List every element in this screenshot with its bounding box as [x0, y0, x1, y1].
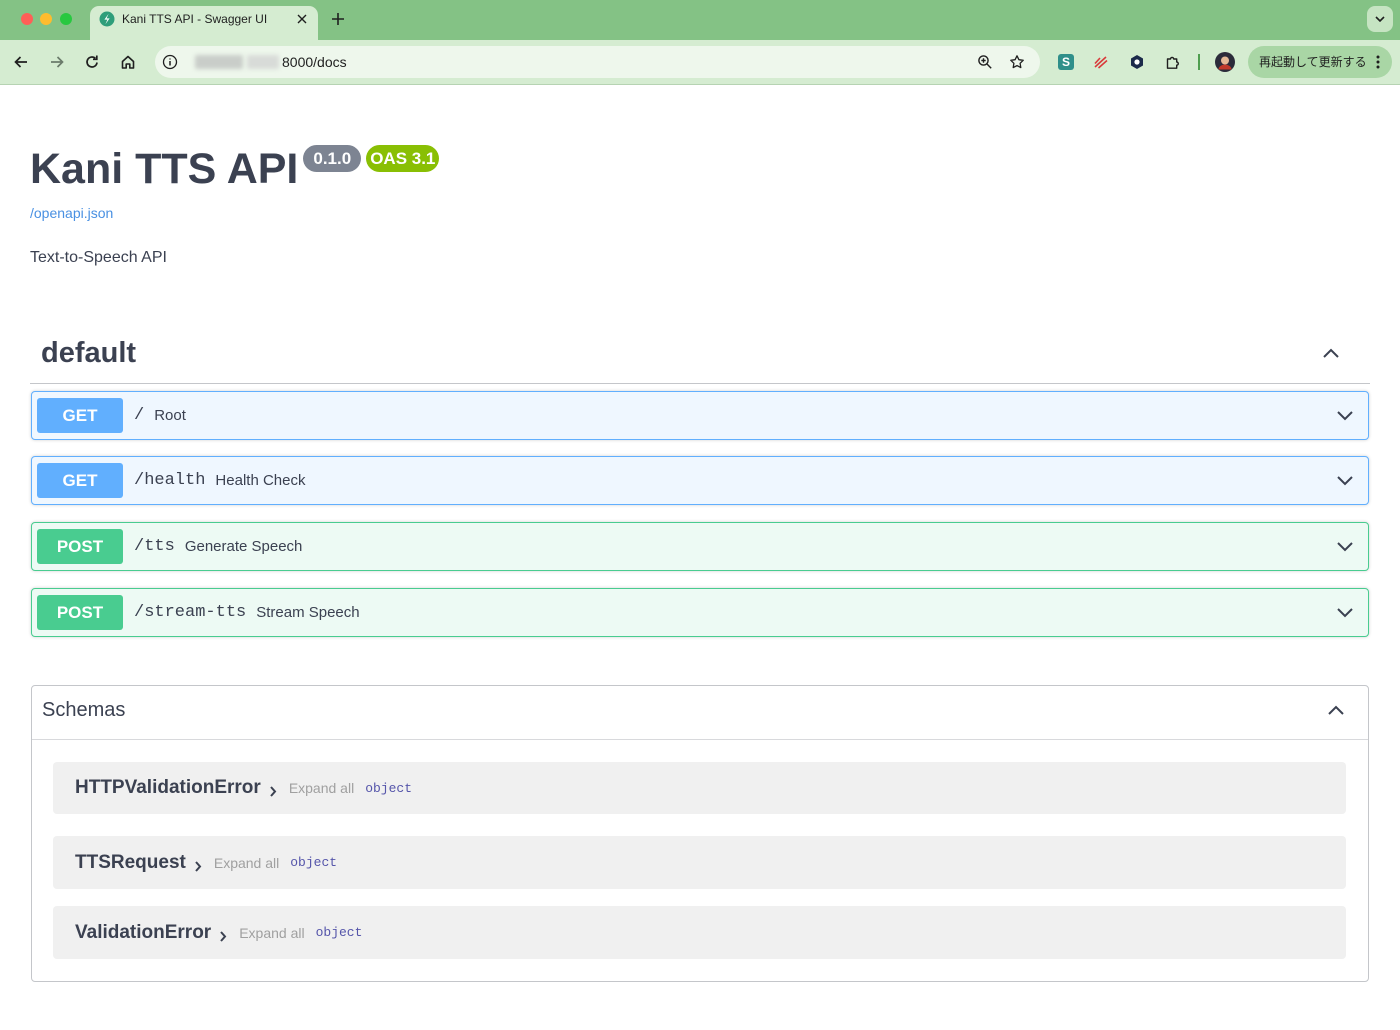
- restart-to-update-button[interactable]: 再起動して更新する: [1248, 46, 1392, 78]
- chevron-down-icon[interactable]: [1335, 405, 1355, 425]
- strike-extension-icon[interactable]: [1093, 54, 1109, 70]
- chevron-down-icon[interactable]: [1335, 602, 1355, 622]
- schema-item-httpvalidationerror[interactable]: HTTPValidationError Expand all object: [53, 762, 1346, 814]
- operation-path: /stream-tts: [134, 603, 247, 622]
- chevron-up-icon[interactable]: [1326, 700, 1346, 720]
- schema-type: object: [290, 855, 338, 870]
- operation-summary: Stream Speech: [256, 604, 360, 621]
- new-tab-icon[interactable]: [332, 13, 344, 25]
- minimize-window-button[interactable]: [40, 13, 52, 25]
- toolbar-separator: [1198, 54, 1200, 70]
- tab-active[interactable]: Kani TTS API - Swagger UI: [90, 6, 318, 40]
- tab-search-button[interactable]: [1367, 6, 1393, 32]
- chevron-up-icon[interactable]: [1321, 343, 1341, 363]
- operation-post-stream-tts[interactable]: POST /stream-tts Stream Speech: [31, 588, 1369, 637]
- operation-path: /health: [134, 471, 206, 490]
- url-redacted-segment: [195, 55, 243, 69]
- schemas-header[interactable]: Schemas: [32, 686, 1368, 740]
- method-badge: POST: [37, 529, 123, 564]
- tag-section-header[interactable]: default: [30, 322, 1370, 384]
- chevron-right-icon[interactable]: [269, 785, 277, 797]
- s-extension-icon[interactable]: S: [1058, 54, 1074, 70]
- bookmark-star-icon[interactable]: [1009, 54, 1025, 70]
- browser-toolbar: 8000/docs S 再起動して更新する: [0, 40, 1400, 85]
- operation-path: /tts: [134, 537, 175, 556]
- tab-strip: Kani TTS API - Swagger UI: [0, 0, 1400, 40]
- api-info-header: Kani TTS API 0.1.0 OAS 3.1: [30, 145, 440, 193]
- schema-name[interactable]: TTSRequest: [75, 852, 186, 874]
- url-redacted-segment: [247, 55, 279, 69]
- schema-type: object: [315, 925, 363, 940]
- site-info-icon[interactable]: [162, 54, 178, 70]
- profile-avatar[interactable]: [1215, 52, 1235, 72]
- operation-get-health[interactable]: GET /health Health Check: [31, 456, 1369, 505]
- method-badge: POST: [37, 595, 123, 630]
- zoom-icon[interactable]: [977, 54, 993, 70]
- method-badge: GET: [37, 398, 123, 433]
- address-bar[interactable]: 8000/docs: [155, 46, 1040, 78]
- expand-all-button[interactable]: Expand all: [214, 855, 279, 871]
- schemas-section: Schemas HTTPValidationError Expand all o…: [31, 685, 1369, 982]
- tab-close-icon[interactable]: [297, 14, 307, 24]
- back-arrow-icon[interactable]: [13, 54, 29, 70]
- schema-item-ttsrequest[interactable]: TTSRequest Expand all object: [53, 836, 1346, 889]
- chevron-right-icon[interactable]: [219, 930, 227, 942]
- schema-name[interactable]: HTTPValidationError: [75, 777, 261, 799]
- operation-summary: Generate Speech: [184, 538, 303, 555]
- forward-arrow-icon[interactable]: [49, 54, 65, 70]
- chevron-down-icon: [1375, 16, 1385, 22]
- chevron-right-icon[interactable]: [194, 860, 202, 872]
- method-badge: GET: [37, 463, 123, 498]
- version-badge: 0.1.0: [303, 145, 362, 172]
- oas-badge: OAS 3.1: [366, 145, 440, 172]
- home-icon[interactable]: [120, 54, 136, 70]
- update-button-label: 再起動して更新する: [1259, 55, 1367, 69]
- more-options-icon[interactable]: [1374, 54, 1382, 70]
- close-window-button[interactable]: [21, 13, 33, 25]
- puzzle-icon[interactable]: [1165, 54, 1181, 70]
- schemas-title: Schemas: [42, 699, 126, 721]
- tab-title: Kani TTS API - Swagger UI: [122, 12, 268, 26]
- operation-path: /: [134, 406, 145, 425]
- expand-all-button[interactable]: Expand all: [289, 780, 354, 796]
- schema-type: object: [365, 780, 413, 796]
- hexagon-extension-icon[interactable]: [1129, 54, 1145, 70]
- openapi-spec-link[interactable]: /openapi.json: [30, 204, 113, 222]
- operation-post-tts[interactable]: POST /tts Generate Speech: [31, 522, 1369, 571]
- tag-name: default: [41, 337, 137, 369]
- operation-summary: Root: [154, 407, 186, 424]
- reload-icon[interactable]: [84, 54, 100, 70]
- swagger-favicon-icon: [99, 11, 115, 27]
- expand-all-button[interactable]: Expand all: [239, 925, 304, 941]
- operation-summary: Health Check: [215, 472, 306, 489]
- chevron-down-icon[interactable]: [1335, 470, 1355, 490]
- maximize-window-button[interactable]: [60, 13, 72, 25]
- api-description: Text-to-Speech API: [30, 249, 167, 266]
- url-text[interactable]: 8000/docs: [282, 53, 347, 71]
- page-title: Kani TTS API: [30, 145, 299, 193]
- operation-get-root[interactable]: GET / Root: [31, 391, 1369, 440]
- schema-name[interactable]: ValidationError: [75, 922, 211, 944]
- schema-item-validationerror[interactable]: ValidationError Expand all object: [53, 906, 1346, 959]
- chevron-down-icon[interactable]: [1335, 536, 1355, 556]
